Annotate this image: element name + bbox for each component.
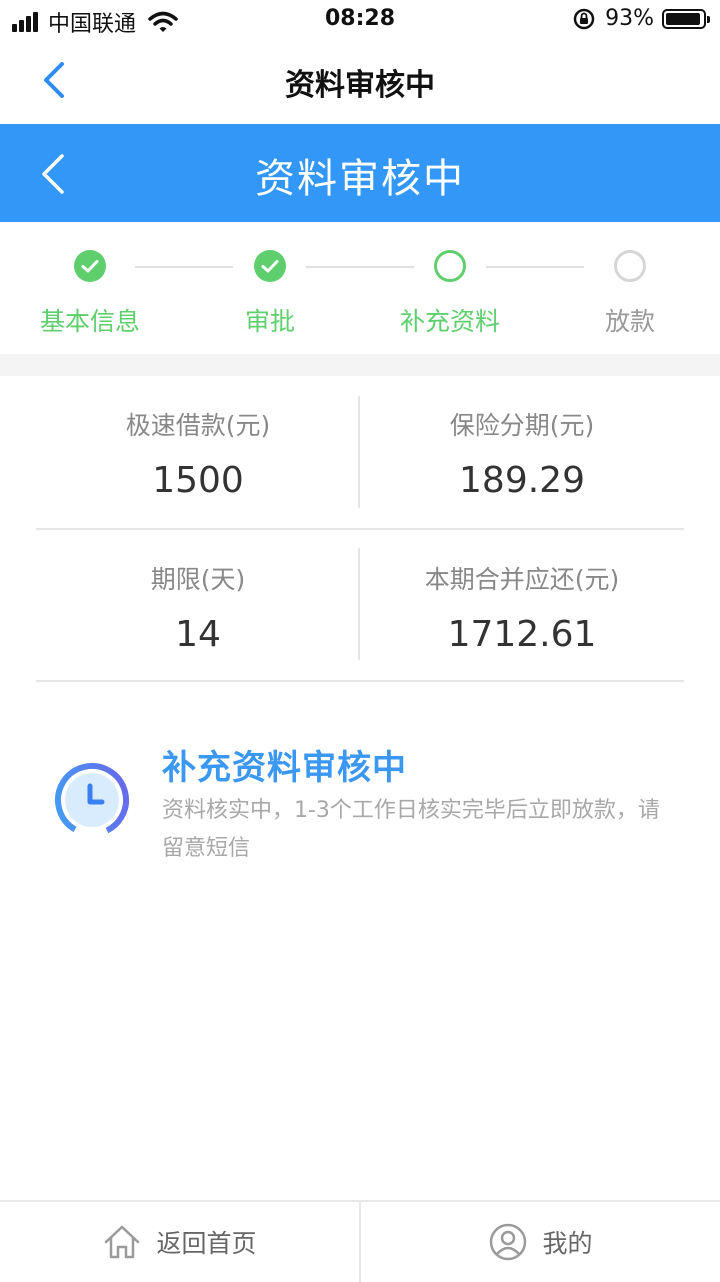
check-icon <box>254 250 286 282</box>
tab-home[interactable]: 返回首页 <box>0 1202 359 1282</box>
page-header: 资料审核中 <box>0 124 720 222</box>
loan-amount-label: 极速借款(元) <box>125 411 271 440</box>
rotation-lock-icon <box>573 8 595 29</box>
section-gap <box>0 354 720 376</box>
step-label: 审批 <box>244 307 295 336</box>
nav-title: 资料审核中 <box>285 68 435 103</box>
row-divider <box>36 680 684 682</box>
battery-percent: 93% <box>605 6 654 31</box>
insurance-label: 保险分期(元) <box>449 411 595 440</box>
bottom-tab-bar: 返回首页 我的 <box>0 1200 720 1282</box>
row-divider <box>36 528 684 530</box>
step-connector <box>486 266 584 268</box>
home-icon <box>105 1225 140 1259</box>
status-bar: 中国联通 08:28 93% <box>0 0 720 40</box>
term-label: 期限(天) <box>150 565 246 594</box>
term-cell: 期限(天) 14 <box>36 560 360 655</box>
step-label: 基本信息 <box>39 307 140 336</box>
insurance-cell: 保险分期(元) 189.29 <box>360 406 684 501</box>
page-title: 资料审核中 <box>255 156 465 202</box>
column-divider <box>358 396 360 508</box>
notice-title: 补充资料审核中 <box>162 748 407 788</box>
step-label: 补充资料 <box>399 307 500 336</box>
tab-mine-label: 我的 <box>542 1229 593 1258</box>
user-icon <box>490 1223 527 1261</box>
due-amount-cell: 本期合并应还(元) 1712.61 <box>360 560 684 655</box>
column-divider <box>358 548 360 660</box>
top-nav-bar: 资料审核中 <box>0 40 720 122</box>
current-step-icon <box>434 250 466 282</box>
loan-amount-cell: 极速借款(元) 1500 <box>36 406 360 501</box>
battery-icon <box>662 8 710 29</box>
progress-steps: 基本信息 审批 补充资料 放款 <box>0 222 720 356</box>
status-right: 93% <box>573 6 710 31</box>
tab-mine[interactable]: 我的 <box>361 1202 720 1282</box>
pending-step-icon <box>614 250 646 282</box>
notice-description: 资料核实中，1-3个工作日核实完毕后立即放款，请留意短信 <box>162 798 660 861</box>
step-connector <box>306 266 414 268</box>
tab-home-label: 返回首页 <box>156 1229 257 1258</box>
step-label: 放款 <box>604 307 655 336</box>
step-connector <box>135 266 233 268</box>
insurance-value: 189.29 <box>459 460 585 501</box>
due-amount-value: 1712.61 <box>447 614 597 655</box>
due-amount-label: 本期合并应还(元) <box>424 565 620 594</box>
review-notice: 补充资料审核中 资料核实中，1-3个工作日核实完毕后立即放款，请留意短信 <box>0 730 720 870</box>
check-icon <box>74 250 106 282</box>
term-value: 14 <box>175 614 221 655</box>
loan-amount-value: 1500 <box>152 460 244 501</box>
clock-icon <box>54 763 129 837</box>
